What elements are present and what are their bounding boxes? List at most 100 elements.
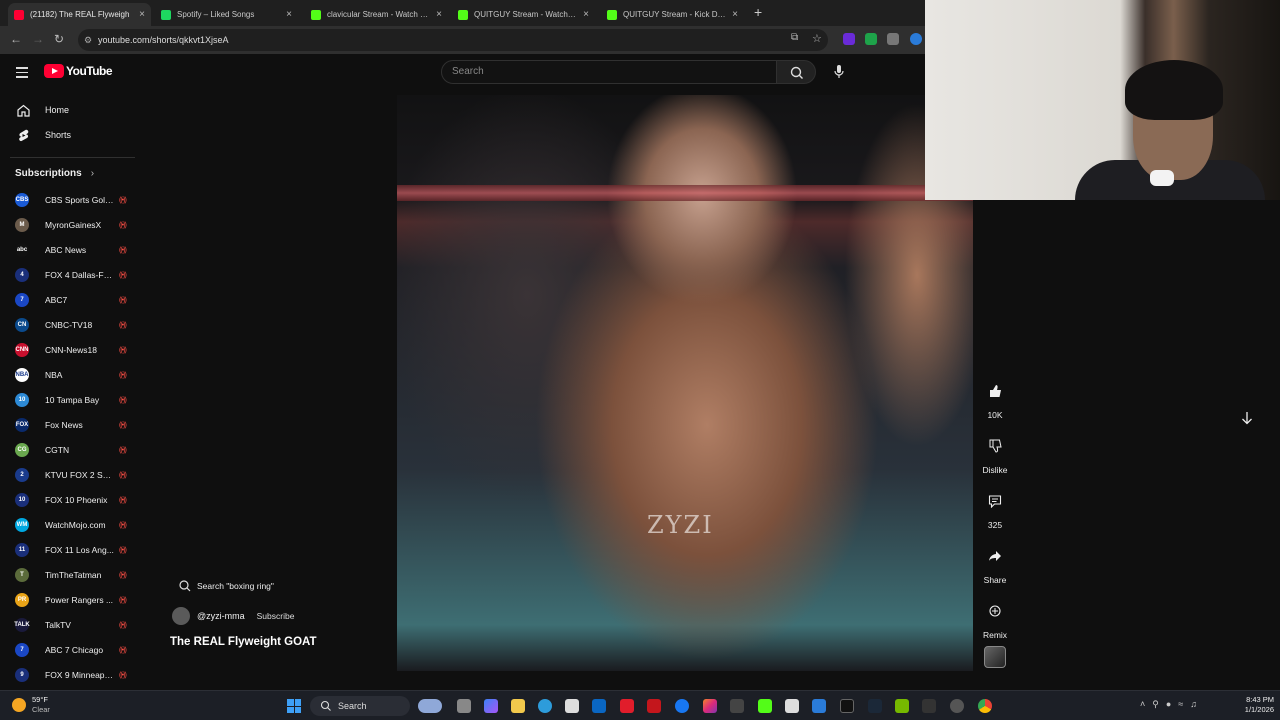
related-search-chip[interactable]: Search "boxing ring" (178, 579, 274, 593)
subscription-item[interactable]: 10 FOX 10 Phoenix ((•)) (0, 489, 140, 511)
subscription-item[interactable]: PR Power Rangers ... ((•)) (0, 589, 140, 611)
channel-avatar[interactable] (172, 607, 190, 625)
like-button[interactable] (980, 376, 1010, 406)
subscription-item[interactable]: WM WatchMojo.com ((•)) (0, 514, 140, 536)
channel-name[interactable]: @zyzi-mma (197, 611, 245, 621)
file-explorer-icon[interactable] (511, 699, 525, 713)
subscription-item[interactable]: FOX Fox News ((•)) (0, 414, 140, 436)
taskbar-clock[interactable]: 8:43 PM 1/1/2026 (1234, 695, 1274, 715)
new-tab-button[interactable]: + (754, 4, 762, 20)
sidebar-item-home[interactable]: Home (0, 98, 140, 122)
subscription-item[interactable]: abc ABC News ((•)) (0, 239, 140, 261)
clock-date: 1/1/2026 (1244, 705, 1274, 714)
subscription-item[interactable]: NBA NBA ((•)) (0, 364, 140, 386)
subscription-item[interactable]: 4 FOX 4 Dallas-For... ((•)) (0, 264, 140, 286)
copilot-icon[interactable] (484, 699, 498, 713)
channel-avatar: 10 (15, 493, 29, 507)
browser-tab[interactable]: (21182) The REAL Flyweigh × (8, 3, 151, 26)
shorts-video-player[interactable]: ZYZI (397, 95, 973, 671)
dislike-button[interactable] (980, 431, 1010, 461)
subscription-item[interactable]: M MyronGainesX ((•)) (0, 214, 140, 236)
close-tab-icon[interactable]: × (732, 9, 738, 20)
sound-thumbnail[interactable] (984, 646, 1006, 668)
obs-icon[interactable] (950, 699, 964, 713)
subscription-item[interactable]: 11 FOX 11 Los Ang... ((•)) (0, 539, 140, 561)
app-icon[interactable] (647, 699, 661, 713)
close-tab-icon[interactable]: × (436, 9, 442, 20)
browser-tab[interactable]: clavicular Stream - Watch Live × (305, 3, 448, 26)
comments-button[interactable] (980, 486, 1010, 516)
subscription-item[interactable]: 10 10 Tampa Bay ((•)) (0, 389, 140, 411)
microphone-icon[interactable]: ● (1166, 699, 1171, 710)
youtube-app-icon[interactable] (620, 699, 634, 713)
site-info-icon[interactable]: ⚙ (84, 29, 92, 51)
browser-tab[interactable]: QUITGUY Stream - Watch Live × (452, 3, 595, 26)
thumbs-down-icon (989, 439, 1002, 453)
steam-icon[interactable] (868, 699, 882, 713)
forward-icon[interactable]: → (32, 32, 44, 46)
search-input[interactable]: Search (441, 60, 777, 84)
reload-icon[interactable]: ↻ (54, 32, 64, 46)
video-title[interactable]: The REAL Flyweight GOAT (170, 636, 317, 648)
widgets-icon[interactable] (418, 699, 442, 713)
subscription-item[interactable]: CG CGTN ((•)) (0, 439, 140, 461)
app-icon[interactable] (730, 699, 744, 713)
close-tab-icon[interactable]: × (286, 9, 292, 20)
app-icon[interactable] (812, 699, 826, 713)
subscription-item[interactable]: 2 KTVU FOX 2 San... ((•)) (0, 464, 140, 486)
address-bar[interactable]: ⚙ youtube.com/shorts/qkkvt1XjseA (78, 29, 828, 51)
subscription-item[interactable]: TALK TalkTV ((•)) (0, 614, 140, 636)
close-tab-icon[interactable]: × (139, 9, 145, 20)
nvidia-icon[interactable] (895, 699, 909, 713)
extension-icon[interactable] (865, 33, 877, 45)
edge-icon[interactable] (538, 699, 552, 713)
weather-widget[interactable]: 59°F Clear (12, 695, 50, 715)
sidebar-item-shorts[interactable]: Shorts (0, 123, 140, 147)
search-button[interactable] (776, 60, 816, 84)
mail-icon[interactable] (592, 699, 606, 713)
youtube-logo[interactable]: YouTube (44, 64, 113, 78)
kick-app-icon[interactable] (758, 699, 772, 713)
channel-avatar: PR (15, 593, 29, 607)
menu-icon[interactable] (16, 67, 28, 78)
taskbar-search[interactable]: Search (310, 696, 410, 716)
subscribe-button[interactable]: Subscribe (257, 611, 295, 621)
task-view-icon[interactable] (457, 699, 471, 713)
instagram-icon[interactable] (703, 699, 717, 713)
live-indicator-icon: ((•)) (119, 346, 127, 354)
browser-tab[interactable]: QUITGUY Stream - Kick Dashb × (601, 3, 744, 26)
chevron-up-icon[interactable]: ˄ (1140, 699, 1145, 710)
browser-tab[interactable]: Spotify – Liked Songs × (155, 3, 298, 26)
wifi-icon[interactable]: ≈ (1178, 699, 1183, 710)
amazon-icon[interactable] (785, 699, 799, 713)
windows-start-icon[interactable] (287, 699, 301, 713)
share-button[interactable] (980, 541, 1010, 571)
subscription-item[interactable]: CNN CNN-News18 ((•)) (0, 339, 140, 361)
extension-icon[interactable] (887, 33, 899, 45)
subscription-name: ABC News (45, 245, 87, 255)
volume-icon[interactable]: ♫ (1190, 699, 1197, 710)
extension-icon[interactable] (910, 33, 922, 45)
next-video-button[interactable] (1240, 410, 1254, 431)
subscription-item[interactable]: T TimTheTatman ((•)) (0, 564, 140, 586)
remix-button[interactable] (980, 596, 1010, 626)
subscriptions-heading[interactable]: Subscriptions › (15, 168, 94, 179)
kick-extension-icon[interactable] (843, 33, 855, 45)
install-app-icon[interactable]: ⧉ (791, 32, 798, 43)
subscription-item[interactable]: CBS CBS Sports Gola... ((•)) (0, 189, 140, 211)
subscription-item[interactable]: CN CNBC-TV18 ((•)) (0, 314, 140, 336)
tiktok-icon[interactable] (840, 699, 854, 713)
network-icon[interactable]: ⚲ (1152, 699, 1159, 710)
app-icon[interactable] (922, 699, 936, 713)
dislike-action: Dislike (980, 431, 1010, 475)
voice-search-button[interactable] (827, 60, 851, 84)
subscription-item[interactable]: 7 ABC 7 Chicago ((•)) (0, 639, 140, 661)
chrome-icon[interactable] (978, 699, 992, 713)
store-icon[interactable] (565, 699, 579, 713)
back-icon[interactable]: ← (10, 32, 22, 46)
subscription-item[interactable]: 9 FOX 9 Minneapol... ((•)) (0, 664, 140, 686)
bookmark-star-icon[interactable]: ☆ (812, 32, 822, 45)
subscription-item[interactable]: 7 ABC7 ((•)) (0, 289, 140, 311)
facebook-icon[interactable] (675, 699, 689, 713)
close-tab-icon[interactable]: × (583, 9, 589, 20)
